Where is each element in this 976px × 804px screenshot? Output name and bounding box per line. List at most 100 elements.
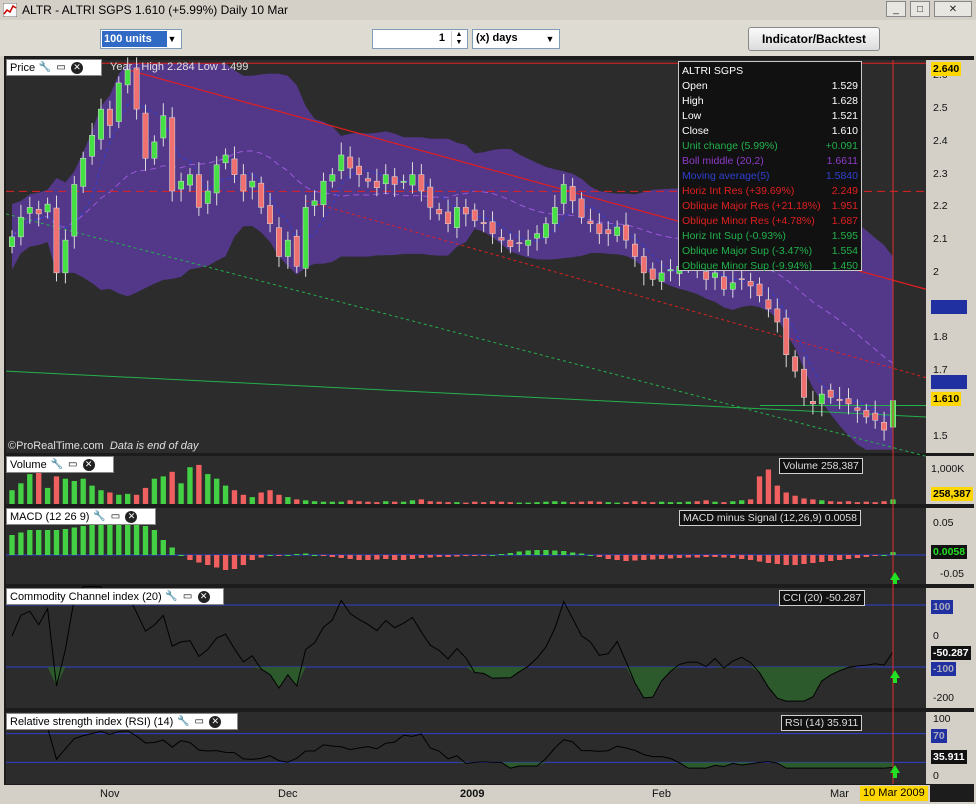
candle-body bbox=[560, 184, 567, 204]
macd-bar bbox=[489, 555, 496, 556]
wrench-icon[interactable]: 🔧 bbox=[39, 62, 51, 74]
macd-bar bbox=[747, 555, 754, 560]
candle-body bbox=[605, 229, 612, 234]
year-range-info: Year : High 2.284 Low 1.499 bbox=[110, 61, 249, 73]
macd-bar bbox=[712, 555, 718, 557]
candle-body bbox=[587, 220, 594, 225]
macd-value-box: MACD minus Signal (12,26,9) 0.0058 bbox=[679, 510, 861, 526]
window-icon[interactable]: ▭ bbox=[55, 62, 67, 74]
blue-level-tag: 1.9050 bbox=[931, 300, 968, 314]
info-row-label: Oblique Major Res (+21.18%) bbox=[682, 200, 821, 212]
macd-bar bbox=[338, 555, 344, 558]
macd-bar bbox=[365, 555, 371, 560]
info-row-value: 1.595 bbox=[831, 230, 858, 242]
info-row: Boll middle (20,2) 1.6611 bbox=[682, 154, 858, 169]
volume-bar bbox=[463, 502, 469, 504]
window-icon[interactable]: ▭ bbox=[182, 591, 194, 603]
macd-bar bbox=[320, 555, 327, 556]
candle-body bbox=[427, 186, 434, 208]
volume-bar bbox=[792, 495, 798, 504]
volume-bar bbox=[391, 501, 398, 504]
macd-bar bbox=[151, 530, 158, 555]
candle-body bbox=[329, 174, 336, 182]
macd-bar bbox=[685, 555, 691, 558]
candle-body bbox=[507, 239, 514, 247]
candle-body bbox=[729, 282, 736, 290]
candle-body bbox=[489, 221, 496, 234]
volume-bar bbox=[400, 501, 407, 504]
candle-body bbox=[640, 256, 647, 274]
close-panel-icon[interactable]: ✕ bbox=[82, 458, 95, 471]
x-label: Feb bbox=[652, 788, 671, 800]
close-panel-icon[interactable]: ✕ bbox=[197, 590, 210, 603]
cci-panel-header: Commodity Channel index (20) 🔧 ▭ ✕ bbox=[6, 588, 224, 605]
info-title: ALTRI SGPS bbox=[682, 65, 744, 77]
price-panel-label: Price bbox=[10, 61, 36, 74]
volume-bar bbox=[836, 501, 843, 504]
volume-tick: 1,000K bbox=[931, 463, 965, 475]
close-panel-icon[interactable]: ✕ bbox=[125, 510, 138, 523]
macd-bar bbox=[676, 555, 683, 558]
candle-body bbox=[881, 421, 888, 431]
candle-body bbox=[338, 154, 345, 171]
volume-bar bbox=[249, 497, 255, 504]
macd-bar bbox=[178, 555, 184, 556]
volume-panel-label: Volume bbox=[10, 458, 47, 471]
macd-bar bbox=[756, 555, 763, 562]
macd-panel-label: MACD (12 26 9) bbox=[10, 510, 90, 523]
wrench-icon[interactable]: 🔧 bbox=[165, 591, 177, 603]
volume-bar bbox=[801, 498, 807, 504]
macd-bar bbox=[347, 555, 353, 559]
macd-bar bbox=[27, 530, 33, 555]
info-row-value: 1.554 bbox=[831, 245, 858, 257]
rsi-tag: 35.911 bbox=[931, 750, 967, 764]
candle-body bbox=[53, 207, 60, 274]
candle-body bbox=[738, 278, 745, 281]
wrench-icon[interactable]: 🔧 bbox=[50, 459, 62, 471]
info-row-value: 1.951 bbox=[831, 200, 858, 212]
volume-bar bbox=[810, 499, 816, 504]
macd-bar bbox=[214, 555, 220, 568]
candle-body bbox=[391, 176, 398, 185]
volume-bar bbox=[507, 502, 514, 504]
info-row-label: Close bbox=[682, 125, 709, 137]
window-icon[interactable]: ▭ bbox=[67, 459, 79, 471]
wrench-icon[interactable]: 🔧 bbox=[93, 511, 105, 523]
window-icon[interactable]: ▭ bbox=[193, 716, 205, 728]
candle-body bbox=[35, 209, 42, 215]
window-icon[interactable]: ▭ bbox=[109, 511, 121, 523]
volume-bar bbox=[498, 501, 505, 504]
macd-bar bbox=[810, 555, 816, 563]
volume-bar bbox=[747, 499, 754, 504]
volume-bar bbox=[872, 502, 878, 504]
candle-body bbox=[436, 209, 443, 215]
volume-bar bbox=[62, 478, 69, 504]
candle-body bbox=[667, 269, 674, 272]
volume-bar bbox=[320, 501, 327, 504]
candle-body bbox=[836, 399, 843, 401]
macd-bar bbox=[658, 555, 665, 559]
volume-bar bbox=[160, 476, 166, 504]
close-panel-icon[interactable]: ✕ bbox=[71, 61, 84, 74]
macd-bar bbox=[872, 555, 878, 556]
macd-bar bbox=[36, 530, 42, 555]
candle-body bbox=[872, 412, 879, 421]
macd-bar bbox=[142, 526, 149, 555]
candle-body bbox=[89, 135, 96, 157]
macd-bar bbox=[294, 554, 300, 555]
volume-bar bbox=[133, 494, 140, 504]
volume-bar bbox=[205, 474, 211, 504]
high-price-tag: 2.640 bbox=[931, 62, 962, 76]
close-panel-icon[interactable]: ✕ bbox=[209, 715, 222, 728]
rsi-tick-70: 70 bbox=[931, 729, 947, 743]
macd-bar bbox=[881, 555, 887, 556]
wrench-icon[interactable]: 🔧 bbox=[177, 716, 189, 728]
candle-body bbox=[551, 207, 558, 224]
macd-bar bbox=[169, 547, 175, 555]
volume-bar bbox=[231, 490, 238, 504]
macd-bar bbox=[383, 555, 389, 559]
candle-body bbox=[765, 299, 772, 310]
candle-body bbox=[213, 164, 220, 194]
candle-body bbox=[543, 223, 549, 238]
candle-body bbox=[17, 216, 24, 238]
